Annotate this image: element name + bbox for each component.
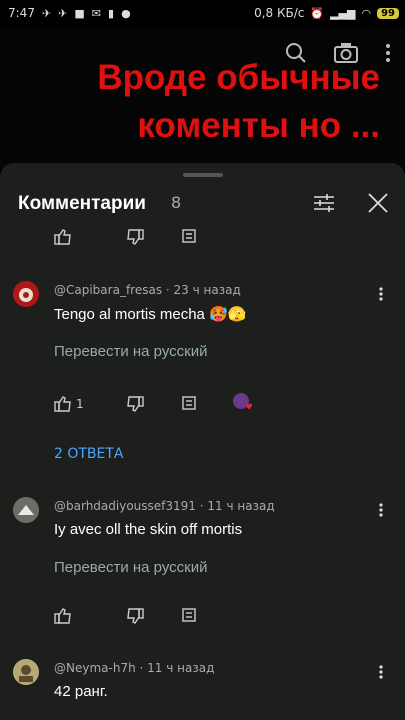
wifi-icon: ◠ (361, 6, 372, 20)
comment-actions: 1 (54, 392, 254, 416)
comments-header: Комментарии 8 (0, 187, 405, 227)
notification-icon: ✈ (58, 6, 68, 20)
comment-meta: @barhdadiyoussef3191 · 11 ч назад (54, 499, 275, 513)
avatar[interactable] (13, 281, 39, 307)
filter-icon[interactable] (312, 191, 336, 219)
comment-time: 23 ч назад (173, 283, 241, 297)
comment-text: Iy avec oll the skin off mortis (54, 521, 243, 538)
video-icon: ■ (74, 6, 85, 20)
dislike-button[interactable] (126, 229, 182, 245)
dislike-button[interactable] (126, 396, 182, 412)
like-button[interactable] (54, 608, 126, 624)
trash-icon: ▮ (108, 6, 115, 20)
caption-line-2: коменты но ... (137, 106, 380, 145)
view-replies-button[interactable]: 2 ОТВЕТА (54, 446, 124, 462)
comments-sheet: Комментарии 8 @Capibara_fresas · 23 ч на… (0, 163, 405, 720)
comment-time: 11 ч назад (147, 661, 215, 675)
comment-author[interactable]: @Neyma-h7h (54, 661, 136, 675)
comment-meta: @Capibara_fresas · 23 ч назад (54, 283, 241, 297)
like-button[interactable]: 1 (54, 396, 126, 412)
comments-title: Комментарии (18, 193, 146, 214)
signal-icon: ▂▄▆ (330, 6, 356, 20)
comment-meta: @Neyma-h7h · 11 ч назад (54, 661, 215, 675)
comment-more-icon[interactable] (379, 287, 383, 305)
translate-link[interactable]: Перевести на русский (54, 559, 208, 576)
avatar[interactable] (13, 497, 39, 523)
comment-author[interactable]: @Capibara_fresas (54, 283, 162, 297)
video-caption: Вроде обычные коменты но ... (50, 54, 380, 150)
close-icon[interactable] (366, 191, 390, 219)
creator-heart-badge (232, 392, 254, 416)
network-speed: 0,8 КБ/с (254, 6, 305, 20)
comment-actions (54, 229, 232, 245)
mail-icon: ✉ (91, 6, 102, 20)
translate-link[interactable]: Перевести на русский (54, 343, 208, 360)
chat-icon: ● (121, 6, 131, 20)
drag-handle[interactable] (183, 173, 223, 177)
reply-button[interactable] (182, 229, 232, 245)
comment-more-icon[interactable] (379, 503, 383, 521)
comment-actions (54, 608, 232, 624)
comment-author[interactable]: @barhdadiyoussef3191 (54, 499, 196, 513)
like-button[interactable] (54, 229, 126, 245)
comment-time: 11 ч назад (207, 499, 275, 513)
comment-more-icon[interactable] (379, 665, 383, 683)
avatar[interactable] (13, 659, 39, 685)
more-options-icon[interactable] (385, 43, 391, 67)
comments-count: 8 (171, 193, 182, 212)
status-bar: 7:47 ✈ ✈ ■ ✉ ▮ ● 0,8 КБ/с ⏰ ▂▄▆ ◠ 99 (0, 0, 405, 28)
like-count: 1 (76, 397, 84, 411)
battery-indicator: 99 (377, 7, 399, 19)
comment-text: 42 ранг. (54, 683, 108, 700)
alarm-icon: ⏰ (310, 6, 325, 20)
video-player[interactable]: Вроде обычные коменты но ... (0, 28, 405, 168)
comment-text: Tengo al mortis mecha 🥵🫣 (54, 306, 247, 323)
reply-button[interactable] (182, 608, 232, 624)
dislike-button[interactable] (126, 608, 182, 624)
notification-icon: ✈ (41, 6, 52, 20)
caption-line-1: Вроде обычные (97, 58, 380, 97)
status-time: 7:47 (8, 6, 35, 20)
reply-button[interactable] (182, 396, 232, 412)
